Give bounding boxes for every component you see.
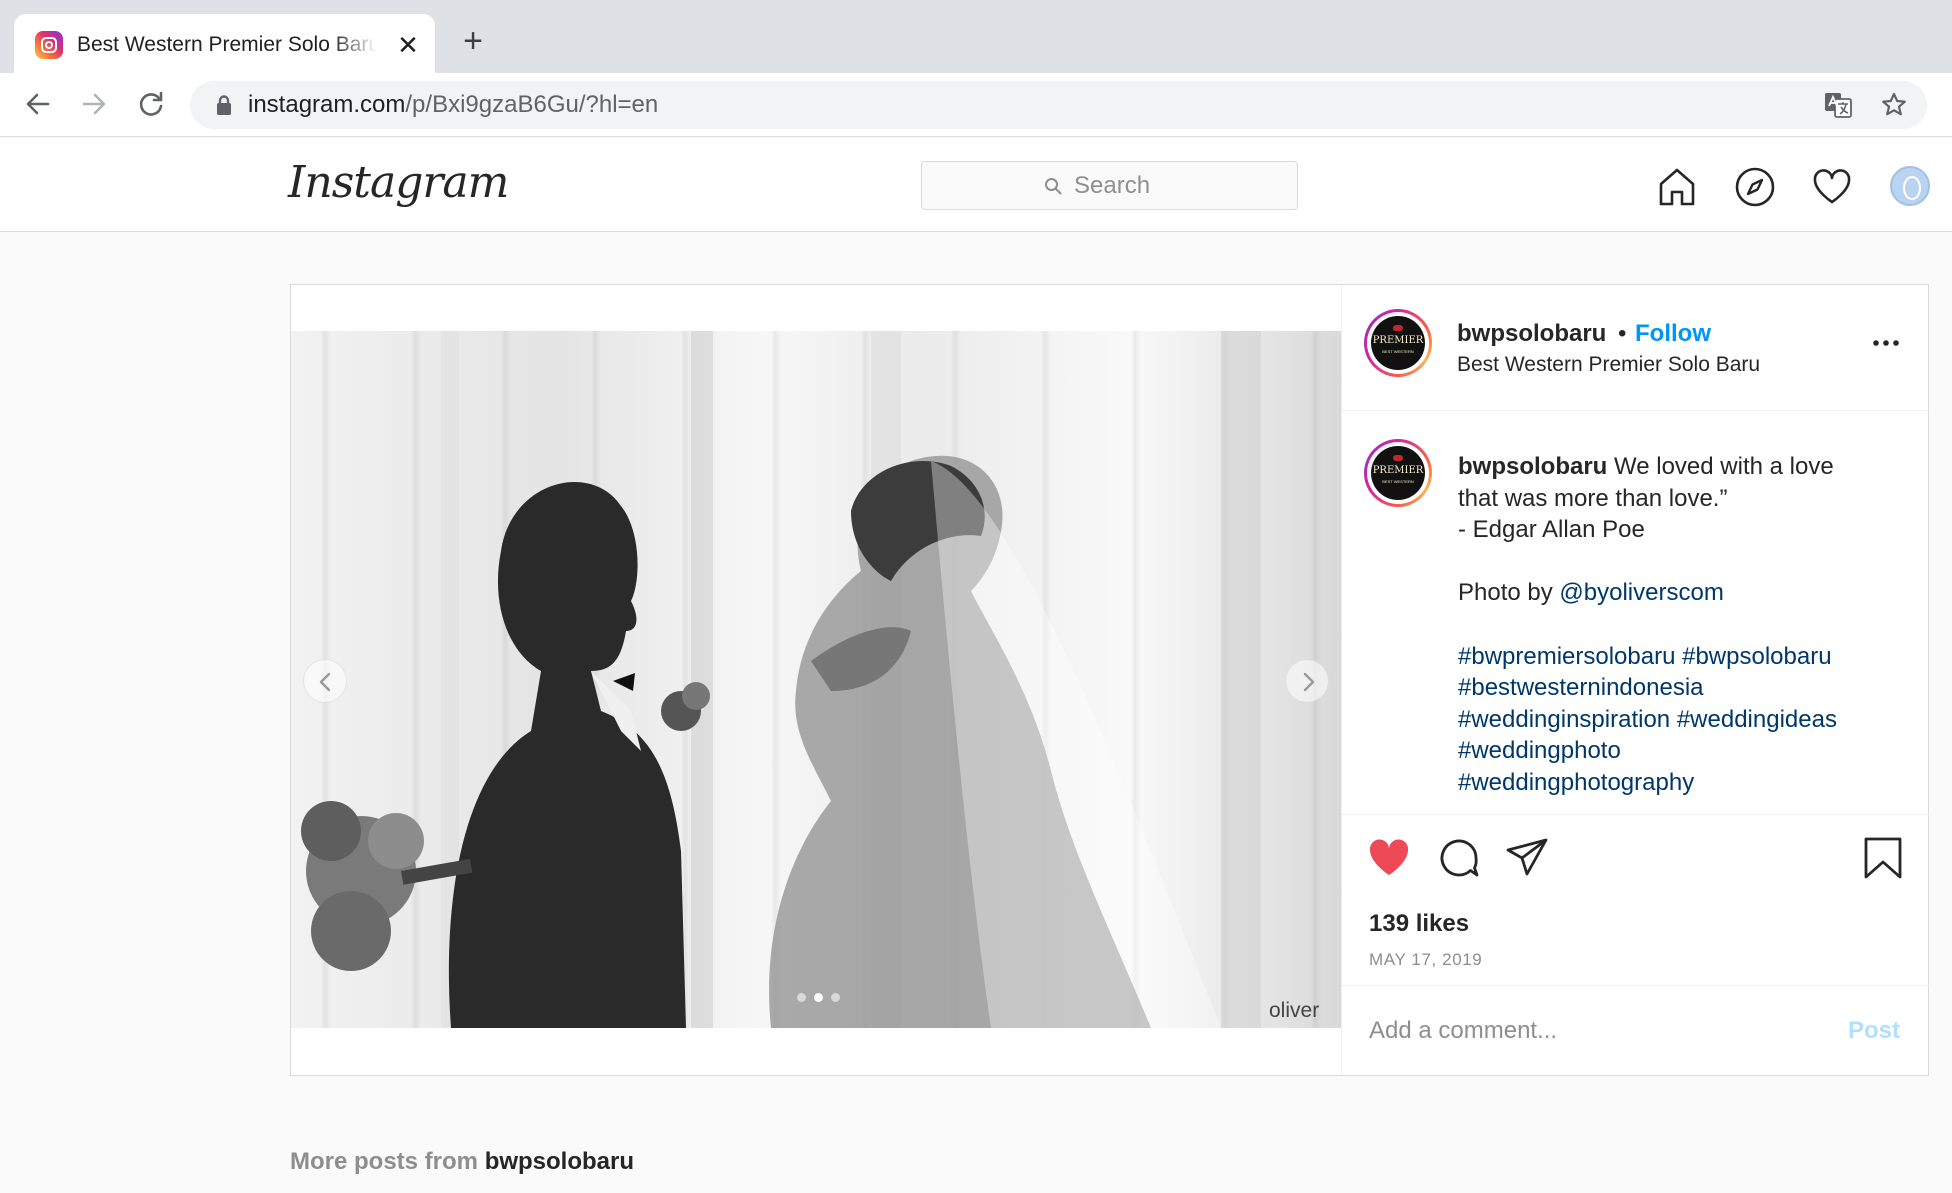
profile-avatar[interactable] bbox=[1890, 166, 1930, 206]
carousel-dot bbox=[831, 993, 840, 1002]
photo-by-label: Photo by bbox=[1458, 579, 1560, 607]
browser-toolbar: instagram.com/p/Bxi9gzaB6Gu/?hl=en bbox=[0, 73, 1952, 137]
account-avatar[interactable]: PREMIER BEST WESTERN bbox=[1364, 309, 1432, 377]
lock-icon bbox=[217, 95, 231, 115]
reload-icon[interactable] bbox=[133, 86, 169, 122]
logo-premier-text: PREMIER bbox=[1372, 465, 1424, 476]
logo-sub-text: BEST WESTERN bbox=[1382, 479, 1414, 484]
caption-line-2: that was more than love.” bbox=[1458, 484, 1728, 512]
caption-line-3: - Edgar Allan Poe bbox=[1458, 516, 1645, 544]
chevron-right-icon bbox=[1303, 672, 1315, 692]
comment-form: Add a comment... Post bbox=[1342, 985, 1930, 1075]
instagram-favicon-icon bbox=[35, 31, 63, 59]
instagram-header: Instagram Search bbox=[0, 138, 1952, 232]
caption-line: bwpsolobaru We loved with a love bbox=[1458, 451, 1908, 483]
browser-tabstrip: Best Western Premier Solo Baru ✕ + bbox=[0, 0, 1952, 73]
follow-button[interactable]: Follow bbox=[1635, 319, 1711, 349]
hashtag-link[interactable]: #bestwesternindonesia bbox=[1458, 672, 1908, 704]
new-tab-button[interactable]: + bbox=[455, 24, 491, 60]
more-options-icon[interactable] bbox=[1870, 335, 1902, 351]
comment-bubble-icon[interactable] bbox=[1436, 835, 1482, 881]
likes-count[interactable]: 139 likes bbox=[1369, 909, 1469, 939]
more-posts-prefix: More posts from bbox=[290, 1148, 485, 1175]
back-arrow-icon[interactable] bbox=[20, 86, 56, 122]
chevron-left-icon bbox=[319, 672, 331, 692]
logo-premier-text: PREMIER bbox=[1372, 335, 1424, 346]
mention-link[interactable]: @byoliverscom bbox=[1559, 579, 1723, 606]
logo-sub-text: BEST WESTERN bbox=[1382, 349, 1414, 354]
like-heart-icon[interactable] bbox=[1366, 835, 1412, 881]
translate-icon[interactable] bbox=[1824, 92, 1852, 118]
post-media[interactable]: oliver bbox=[291, 285, 1341, 1075]
post-header: PREMIER BEST WESTERN bwpsolobaru • Follo… bbox=[1342, 285, 1930, 411]
tab-close-icon[interactable]: ✕ bbox=[393, 30, 423, 60]
carousel-dot-active bbox=[814, 993, 823, 1002]
hashtag-link[interactable]: #weddinginspiration #weddingideas bbox=[1458, 704, 1908, 736]
best-western-logo-icon: PREMIER BEST WESTERN bbox=[1371, 446, 1425, 500]
search-placeholder: Search bbox=[1074, 172, 1151, 199]
post-caption: PREMIER BEST WESTERN bwpsolobaru We love… bbox=[1342, 411, 1930, 815]
post-actions: 139 likes MAY 17, 2019 bbox=[1342, 815, 1930, 987]
carousel-next-button[interactable] bbox=[1285, 659, 1329, 703]
post-card: oliver PREMIER BEST WESTERN bwpsolobaru … bbox=[290, 284, 1930, 1076]
hashtag-link[interactable]: #weddingphoto bbox=[1458, 735, 1908, 767]
explore-compass-icon[interactable] bbox=[1734, 166, 1776, 208]
forward-arrow-icon[interactable] bbox=[76, 86, 112, 122]
save-bookmark-icon[interactable] bbox=[1860, 835, 1906, 881]
wedding-couple-silhouette bbox=[301, 331, 1261, 1028]
carousel-prev-button[interactable] bbox=[303, 659, 347, 703]
header-separator: • bbox=[1618, 320, 1627, 347]
carousel-dot bbox=[797, 993, 806, 1002]
share-send-icon[interactable] bbox=[1504, 835, 1550, 881]
more-posts-heading: More posts from bwpsolobaru bbox=[290, 1146, 634, 1178]
logo-crest bbox=[1393, 455, 1403, 461]
home-icon[interactable] bbox=[1656, 166, 1698, 208]
post-username[interactable]: bwpsolobaru bbox=[1457, 319, 1606, 349]
wedding-photo bbox=[291, 331, 1341, 1028]
browser-tab[interactable]: Best Western Premier Solo Baru ✕ bbox=[14, 14, 435, 73]
address-bar[interactable]: instagram.com/p/Bxi9gzaB6Gu/?hl=en bbox=[190, 81, 1927, 129]
post-sidepanel: PREMIER BEST WESTERN bwpsolobaru • Follo… bbox=[1341, 285, 1930, 1075]
search-icon bbox=[1045, 178, 1062, 195]
hashtag-link[interactable]: #bwpremiersolobaru #bwpsolobaru bbox=[1458, 641, 1908, 673]
caption-text: bwpsolobaru We loved with a love that wa… bbox=[1458, 451, 1908, 799]
activity-heart-icon[interactable] bbox=[1811, 166, 1853, 208]
post-date[interactable]: MAY 17, 2019 bbox=[1369, 949, 1482, 971]
hashtag-link[interactable]: #weddingphotography bbox=[1458, 767, 1908, 799]
caption-credit: Photo by @byoliverscom bbox=[1458, 577, 1908, 609]
post-location[interactable]: Best Western Premier Solo Baru bbox=[1457, 352, 1760, 378]
post-comment-button[interactable]: Post bbox=[1848, 1014, 1900, 1048]
photo-watermark: oliver bbox=[1269, 999, 1320, 1022]
url-text[interactable]: instagram.com/p/Bxi9gzaB6Gu/?hl=en bbox=[248, 89, 658, 121]
instagram-logo[interactable]: Instagram bbox=[288, 154, 509, 212]
url-host: instagram.com bbox=[248, 91, 406, 118]
best-western-logo-icon: PREMIER BEST WESTERN bbox=[1371, 316, 1425, 370]
search-input[interactable]: Search bbox=[921, 161, 1298, 210]
url-path: /p/Bxi9gzaB6Gu/?hl=en bbox=[405, 91, 659, 118]
caption-avatar[interactable]: PREMIER BEST WESTERN bbox=[1364, 439, 1432, 507]
bookmark-star-icon[interactable] bbox=[1880, 91, 1908, 119]
logo-crest bbox=[1393, 325, 1403, 331]
caption-line-1: We loved with a love bbox=[1614, 453, 1834, 480]
carousel-dots bbox=[791, 991, 851, 1003]
comment-input[interactable]: Add a comment... bbox=[1369, 1014, 1799, 1048]
tab-title: Best Western Premier Solo Baru bbox=[77, 33, 377, 56]
more-posts-username[interactable]: bwpsolobaru bbox=[485, 1148, 634, 1175]
caption-username[interactable]: bwpsolobaru bbox=[1458, 453, 1607, 480]
